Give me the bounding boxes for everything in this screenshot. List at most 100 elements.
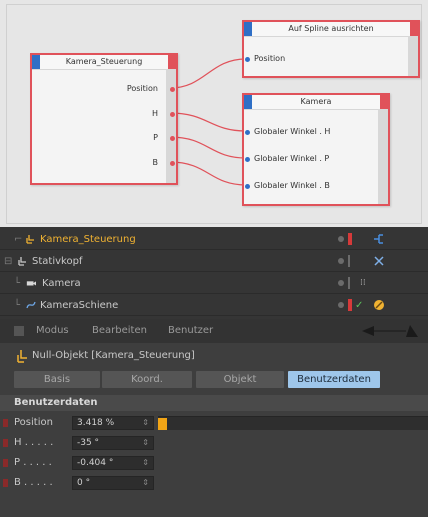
field-value: 0 ° (77, 478, 91, 488)
section-title: Benutzerdaten (14, 397, 98, 408)
wire-b (169, 161, 247, 186)
attribute-manager: Modus Bearbeiten Benutzer Null-Objekt [K… (0, 319, 428, 517)
object-name: Kamera (42, 278, 81, 289)
port-label-b: B (152, 158, 159, 167)
stepper-icon[interactable]: ⇕ (142, 417, 149, 429)
camera-object-icon (26, 281, 36, 286)
null-object-icon (26, 235, 34, 244)
port-label-position: Position (254, 54, 286, 63)
mode-square-icon[interactable] (14, 326, 24, 336)
visibility-dot[interactable] (338, 302, 344, 308)
port-in-globaler-winkel-p[interactable] (245, 157, 250, 162)
wire-position (169, 58, 247, 89)
wire-h (169, 112, 247, 132)
port-out-position[interactable] (170, 87, 175, 92)
visibility-dot[interactable] (338, 258, 344, 264)
param-label: P . . . . . (14, 457, 52, 468)
h-field[interactable]: -35 ° ⇕ (72, 436, 154, 450)
phong-tag-icon[interactable] (372, 298, 386, 312)
p-field[interactable]: -0.404 ° ⇕ (72, 456, 154, 470)
layer-flag[interactable] (348, 233, 352, 245)
node-title: Auf Spline ausrichten (288, 24, 374, 33)
visibility-dot[interactable] (338, 236, 344, 242)
object-title-bar: Null-Objekt [Kamera_Steuerung] (0, 343, 428, 369)
port-out-p[interactable] (170, 136, 175, 141)
keyframe-marker[interactable] (3, 419, 8, 427)
keyframe-marker[interactable] (3, 459, 8, 467)
node-color-cap (32, 55, 40, 69)
port-label-globaler-winkel-h: Globaler Winkel . H (254, 127, 331, 136)
menu-benutzer[interactable]: Benutzer (168, 319, 213, 343)
param-row-p: P . . . . . -0.404 ° ⇕ (0, 453, 428, 473)
stepper-icon[interactable]: ⇕ (142, 437, 149, 449)
node-header[interactable]: Kamera (244, 95, 388, 110)
object-name: Kamera_Steuerung (40, 234, 136, 245)
param-row-position: Position 3.418 % ⇕ (0, 413, 428, 433)
layer-flag[interactable] (348, 255, 350, 267)
stepper-icon[interactable]: ⇕ (142, 477, 149, 489)
stepper-icon[interactable]: ⇕ (142, 457, 149, 469)
node-port-column (408, 36, 418, 76)
spline-object-icon (26, 301, 36, 309)
keyframe-marker[interactable] (3, 479, 8, 487)
menu-modus[interactable]: Modus (36, 319, 69, 343)
tab-objekt[interactable]: Objekt (196, 371, 284, 388)
slider-fill (158, 418, 167, 430)
visibility-dot[interactable] (338, 280, 344, 286)
attribute-menubar: Modus Bearbeiten Benutzer (0, 319, 428, 343)
tab-koord[interactable]: Koord. (102, 371, 192, 388)
node-auf-spline-ausrichten[interactable]: Auf Spline ausrichten Position (242, 20, 420, 78)
param-row-b: B . . . . . 0 ° ⇕ (0, 473, 428, 493)
field-value: -0.404 ° (77, 458, 114, 468)
menu-bearbeiten[interactable]: Bearbeiten (92, 319, 147, 343)
tree-branch: └ (14, 278, 21, 289)
object-row-kamera-steuerung[interactable]: ⌐ Kamera_Steuerung (0, 229, 428, 250)
param-label: H . . . . . (14, 437, 54, 448)
b-field[interactable]: 0 ° ⇕ (72, 476, 154, 490)
tree-branch: ⊟ (4, 256, 13, 267)
xpresso-tag-icon[interactable] (372, 232, 386, 246)
object-name: Stativkopf (32, 256, 83, 267)
keyframe-marker[interactable] (3, 439, 8, 447)
checkmark-icon[interactable]: ✓ (355, 295, 363, 316)
tab-benutzerdaten[interactable]: Benutzerdaten (288, 371, 380, 388)
object-name: KameraSchiene (40, 300, 119, 311)
port-label-position: Position (126, 84, 158, 93)
port-out-b[interactable] (170, 161, 175, 166)
port-in-globaler-winkel-h[interactable] (245, 130, 250, 135)
tab-basis[interactable]: Basis (14, 371, 100, 388)
object-title: Null-Objekt [Kamera_Steuerung] (32, 350, 195, 361)
wire-p (169, 136, 247, 159)
node-color-cap (168, 55, 176, 69)
port-label-h: H (151, 109, 158, 118)
port-in-position[interactable] (245, 57, 250, 62)
layer-flag[interactable] (348, 299, 352, 311)
null-object-icon (17, 350, 27, 363)
node-kamera-steuerung[interactable]: Kamera_Steuerung Position H P B (30, 53, 178, 185)
field-value: -35 ° (77, 438, 100, 448)
param-label: Position (14, 417, 53, 428)
node-header[interactable]: Auf Spline ausrichten (244, 22, 418, 37)
object-row-stativkopf[interactable]: ⊟ Stativkopf (0, 251, 428, 272)
port-out-h[interactable] (170, 112, 175, 117)
history-arrows-icon[interactable] (360, 323, 420, 339)
node-color-cap (380, 95, 388, 109)
port-in-globaler-winkel-b[interactable] (245, 184, 250, 189)
layer-flag[interactable] (348, 277, 350, 289)
tree-branch: └ (14, 300, 21, 311)
object-manager: ⌐ Kamera_Steuerung ⊟ Stativkopf └ Kamera (0, 227, 428, 319)
port-label-globaler-winkel-b: Globaler Winkel . B (254, 181, 330, 190)
port-label-globaler-winkel-p: Globaler Winkel . P (254, 154, 330, 163)
position-slider[interactable] (158, 416, 428, 430)
node-header[interactable]: Kamera_Steuerung (32, 55, 176, 70)
camera-tag-icon[interactable]: ⁞⁞ (360, 273, 366, 294)
object-row-kameraschiene[interactable]: └ KameraSchiene ✓ (0, 295, 428, 316)
target-tag-icon[interactable] (372, 254, 386, 268)
port-label-p: P (153, 133, 158, 142)
node-color-cap (410, 22, 418, 36)
node-kamera[interactable]: Kamera Globaler Winkel . H Globaler Wink… (242, 93, 390, 206)
object-row-kamera[interactable]: └ Kamera ⁞⁞ (0, 273, 428, 294)
section-header: Benutzerdaten (0, 395, 428, 411)
position-field[interactable]: 3.418 % ⇕ (72, 416, 154, 430)
xpresso-editor[interactable]: Kamera_Steuerung Position H P B Auf Spli… (0, 0, 428, 227)
